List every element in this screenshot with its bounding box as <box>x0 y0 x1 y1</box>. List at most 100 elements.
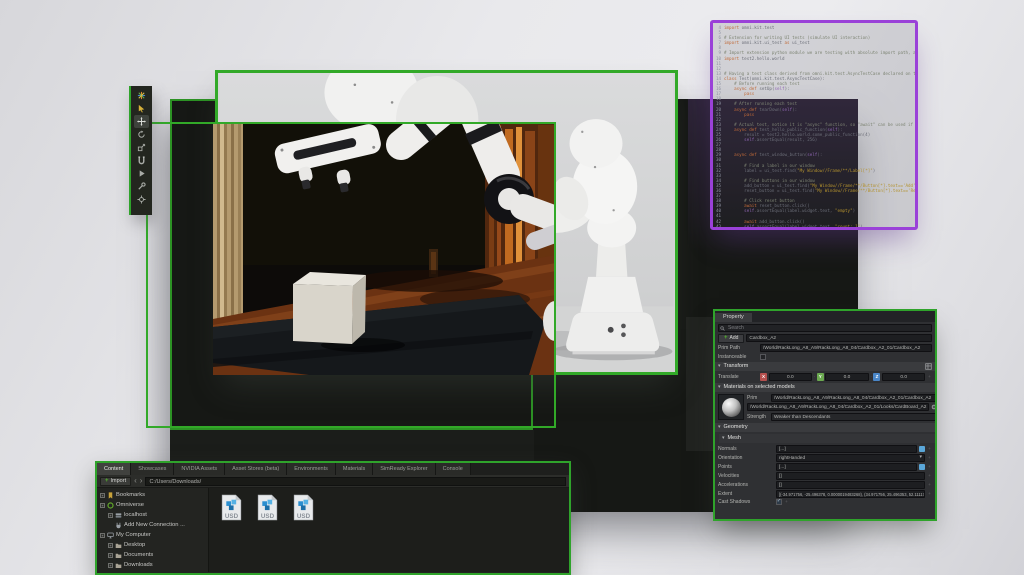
accelerations-field[interactable]: [] <box>776 481 925 489</box>
expander-icon[interactable]: + <box>100 493 105 498</box>
tree-item-documents[interactable]: +Documents <box>97 550 208 560</box>
code-text: pass <box>724 91 754 96</box>
tree-item-omniverse[interactable]: +Omniverse <box>97 500 208 510</box>
translate-fields: X0.0·Y0.0·Z0.0+ <box>760 373 932 381</box>
field-label: Normals <box>718 446 774 452</box>
tab-content[interactable]: Content <box>97 463 131 475</box>
translate-label: Translate <box>718 374 758 380</box>
tree-item-downloads[interactable]: +Downloads <box>97 560 208 570</box>
expander-icon[interactable]: + <box>108 553 113 558</box>
composite-screenshot: 4import omni.kit.test56# Extension for w… <box>0 0 1024 575</box>
strength-label: Strength <box>747 414 769 420</box>
tree-item-add-new-connection-[interactable]: +Add New Connection ... <box>97 520 208 530</box>
cast-shadows-checkbox[interactable]: ✓ <box>776 499 782 505</box>
folder-icon <box>115 552 122 559</box>
file-usd-2[interactable]: USD <box>257 494 278 521</box>
translate-x-field[interactable]: 0.0 <box>769 373 813 381</box>
caret-icon: ▾ <box>722 436 725 441</box>
field-label: Extent <box>718 491 774 497</box>
tab-asset-stores-beta-[interactable]: Asset Stores (beta) <box>225 463 287 475</box>
translate-y-field[interactable]: 0.0 <box>825 373 869 381</box>
section-mesh[interactable]: ▾ Mesh <box>719 434 935 443</box>
focus-tool-icon[interactable] <box>134 193 149 206</box>
tab-showcases[interactable]: Showcases <box>131 463 174 475</box>
search-icon <box>720 326 725 331</box>
file-usd-1[interactable]: USD <box>221 494 242 521</box>
array-edit-chip[interactable] <box>919 464 925 470</box>
content-files: USD USD USD <box>209 488 569 572</box>
tree-item-desktop[interactable]: +Desktop <box>97 540 208 550</box>
tab-property[interactable]: Property <box>715 313 752 322</box>
code-editor-panel[interactable]: 4import omni.kit.test56# Extension for w… <box>710 20 918 230</box>
expander-icon[interactable]: + <box>108 543 113 548</box>
extent-field[interactable]: [(-34.971756, -25.496378, 0.000001948326… <box>776 490 925 498</box>
orientation-field[interactable]: rightHanded▾ <box>776 454 925 462</box>
tree-item-c-[interactable]: +C: <box>97 570 208 572</box>
expander-icon[interactable]: + <box>100 533 105 538</box>
play-tool-icon[interactable] <box>134 167 149 180</box>
plus-icon: + <box>105 478 109 484</box>
snap-tool-icon[interactable] <box>134 154 149 167</box>
separator: · <box>814 374 816 380</box>
add-key-icon[interactable]: + <box>927 374 932 379</box>
tree-item-my-computer[interactable]: +My Computer <box>97 530 208 540</box>
tab-simready-explorer[interactable]: SimReady Explorer <box>373 463 435 475</box>
row-extra-icon: + <box>927 473 932 478</box>
add-property-button[interactable]: + Add <box>718 334 744 343</box>
tab-nvidia-assets[interactable]: NVIDIA Assets <box>174 463 225 475</box>
property-search-input[interactable] <box>718 324 932 332</box>
tree-item-label: Bookmarks <box>116 492 145 498</box>
array-edit-chip[interactable] <box>919 446 925 452</box>
import-button[interactable]: + Import <box>100 477 131 486</box>
back-button[interactable]: ‹ <box>134 477 137 485</box>
file-usd-3[interactable]: USD <box>293 494 314 521</box>
tree-item-bookmarks[interactable]: + Bookmarks <box>97 490 208 500</box>
wood-pillar <box>213 123 243 321</box>
tab-materials[interactable]: Materials <box>336 463 373 475</box>
normals-field[interactable]: [...] <box>776 445 917 453</box>
instanceable-checkbox[interactable] <box>760 354 766 360</box>
plug-icon <box>115 522 122 529</box>
utility-tool-icon[interactable] <box>134 180 149 193</box>
expander-icon[interactable]: + <box>100 503 105 508</box>
forward-button[interactable]: › <box>140 477 143 485</box>
tree-item-localhost[interactable]: + localhost <box>97 510 208 520</box>
mesh-row-points: Points[...]+ <box>718 463 932 471</box>
move-tool-icon[interactable] <box>134 115 149 128</box>
mesh-row-orientation: OrientationrightHanded▾+ <box>718 454 932 462</box>
material-strength-dropdown[interactable]: Weaker than Descendants ▾ <box>771 413 937 421</box>
translate-z-field[interactable]: 0.0 <box>882 373 926 381</box>
points-field[interactable]: [...] <box>776 463 917 471</box>
prim-path-field[interactable]: /World/RackLong_A8_A9/RackLong_A8_04/Car… <box>760 344 932 352</box>
scale-tool-icon[interactable] <box>134 141 149 154</box>
transform-stack-icon[interactable] <box>925 363 932 370</box>
line-number: 43 <box>715 224 724 229</box>
tab-console[interactable]: Console <box>436 463 471 475</box>
section-transform[interactable]: ▾ Transform <box>715 362 935 371</box>
section-geometry[interactable]: ▾ Geometry <box>715 423 935 432</box>
section-materials[interactable]: ▾ Materials on selected models <box>715 383 935 392</box>
viewport-closeup[interactable] <box>213 123 556 375</box>
content-tabs: ContentShowcasesNVIDIA AssetsAsset Store… <box>97 463 569 475</box>
prim-name-field[interactable]: Cardbox_A2 <box>746 334 932 342</box>
rotate-tool-icon[interactable] <box>134 128 149 141</box>
tree-item-label: localhost <box>124 512 147 518</box>
velocities-field[interactable]: [] <box>776 472 925 480</box>
path-field[interactable]: C:/Users/Downloads/ <box>145 477 566 486</box>
material-prim-field[interactable]: /World/RackLong_A8_A9/RackLong_A8_04/Car… <box>771 394 937 402</box>
expander-icon[interactable]: + <box>108 513 113 518</box>
select-tool-icon[interactable] <box>134 102 149 115</box>
add-button-label: Add <box>730 335 739 341</box>
gear-icon[interactable] <box>931 404 937 410</box>
transform-gizmo-icon[interactable] <box>134 89 149 102</box>
caret-icon: ▾ <box>718 425 721 430</box>
axis-y-chip: Y <box>817 373 824 381</box>
material-path-field[interactable]: /World/RackLong_A8_A9/RackLong_A8_04/Car… <box>747 403 929 411</box>
code-text: import omni.kit.test <box>724 25 774 30</box>
code-text: import test2.hello.world <box>724 56 785 61</box>
expander-icon[interactable]: + <box>108 563 113 568</box>
section-materials-label: Materials on selected models <box>724 384 795 390</box>
caret-icon: ▾ <box>718 385 721 390</box>
tab-environments[interactable]: Environments <box>287 463 336 475</box>
code-text: self.assertEqual(label.widget.text, "emp… <box>724 208 855 213</box>
